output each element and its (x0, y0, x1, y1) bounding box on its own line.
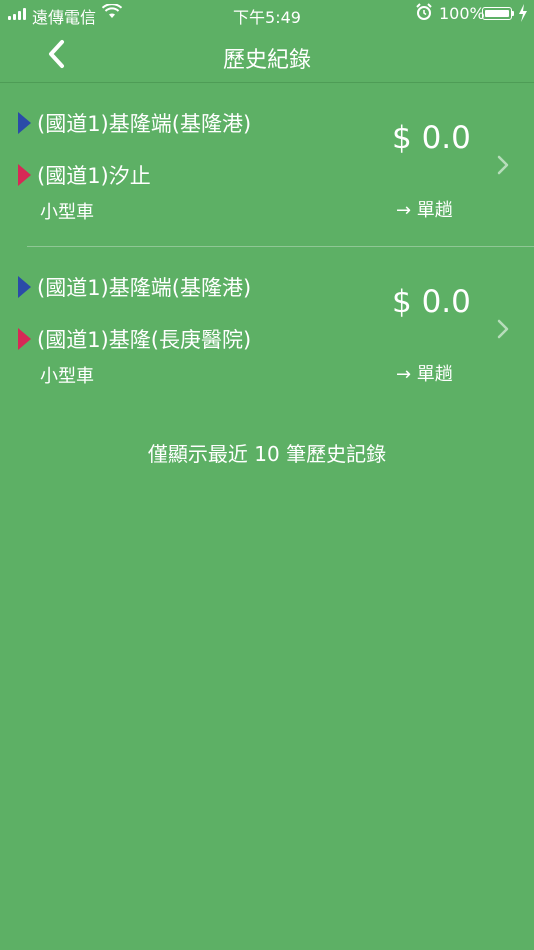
exit-marker-icon (18, 328, 31, 350)
history-record[interactable]: (國道1)基隆端(基隆港) (國道1)汐止 小型車 $ 0.0 → 單趟 (0, 84, 534, 248)
entry-station-label: (國道1)基隆端(基隆港) (37, 276, 252, 300)
exit-station-label: (國道1)汐止 (37, 164, 151, 188)
page-title: 歷史紀錄 (222, 48, 311, 73)
battery-percent: 100% (439, 4, 485, 23)
charging-icon (519, 4, 527, 22)
price: $ 0.0 (392, 284, 471, 320)
exit-marker-icon (18, 164, 31, 186)
alarm-icon (416, 3, 432, 20)
entry-station: (國道1)基隆端(基隆港) (18, 108, 251, 138)
price: $ 0.0 (392, 120, 471, 156)
exit-station-label: (國道1)基隆(長庚醫院) (37, 328, 252, 352)
trip-type: → 單趟 (396, 364, 453, 385)
chevron-right-icon (497, 319, 509, 339)
exit-station: (國道1)汐止 (18, 160, 151, 190)
battery-icon (482, 7, 512, 20)
vehicle-type: 小型車 (40, 202, 94, 223)
chevron-right-icon (497, 155, 509, 175)
history-record[interactable]: (國道1)基隆端(基隆港) (國道1)基隆(長庚醫院) 小型車 $ 0.0 → … (0, 248, 534, 412)
entry-marker-icon (18, 276, 31, 298)
trip-type: → 單趟 (396, 200, 453, 221)
vehicle-type: 小型車 (40, 366, 94, 387)
divider (27, 246, 534, 247)
history-limit-note: 僅顯示最近 10 筆歷史記錄 (147, 442, 387, 466)
entry-station: (國道1)基隆端(基隆港) (18, 272, 251, 302)
entry-station-label: (國道1)基隆端(基隆港) (37, 112, 252, 136)
exit-station: (國道1)基隆(長庚醫院) (18, 324, 251, 354)
nav-bar: 歷史紀錄 (0, 28, 534, 83)
status-bar: 遠傳電信 下午5:49 100% (0, 0, 534, 28)
entry-marker-icon (18, 112, 31, 134)
battery-tip (512, 11, 514, 16)
